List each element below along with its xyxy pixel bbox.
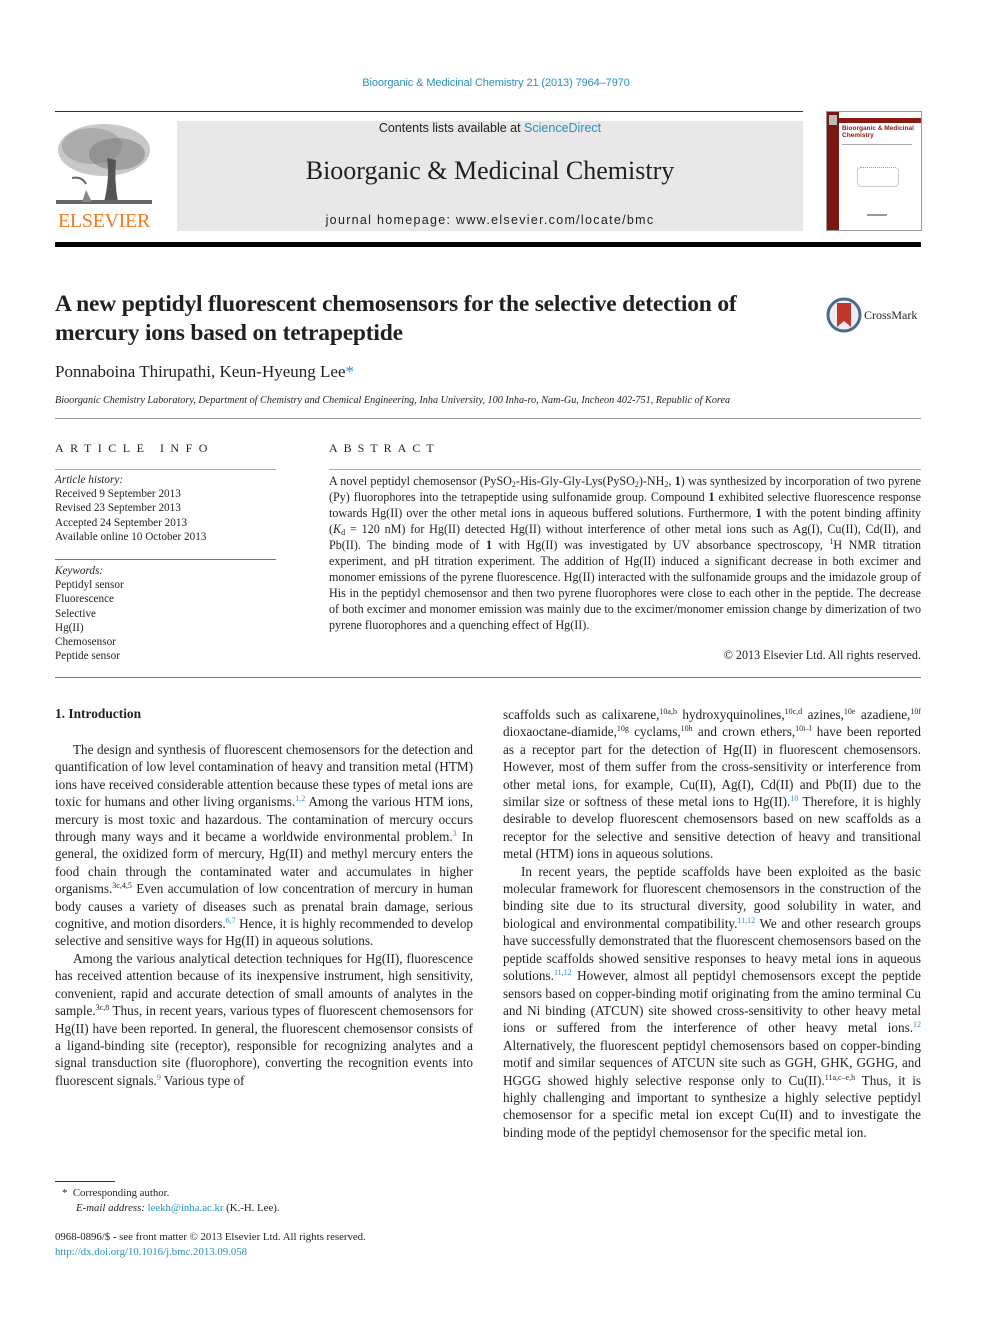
- corresponding-author-mark[interactable]: *: [346, 362, 355, 381]
- journal-reference-link[interactable]: Bioorganic & Medicinal Chemistry 21 (201…: [0, 77, 992, 89]
- keyword: Hg(II): [55, 621, 84, 634]
- contents-line: Contents lists available at ScienceDirec…: [177, 121, 803, 135]
- header-thick-rule: [55, 242, 921, 247]
- divider: [329, 469, 921, 470]
- citation-link[interactable]: 12: [913, 1020, 921, 1029]
- crossmark-icon: [826, 297, 862, 333]
- keyword: Chemosensor: [55, 636, 116, 649]
- citation: 3c,8: [95, 1003, 110, 1013]
- corresponding-author-note: Corresponding author.: [72, 1187, 170, 1199]
- crossmark-label: CrossMark: [864, 308, 918, 322]
- front-matter: 0968-0896/$ - see front matter © 2013 El…: [55, 1230, 366, 1259]
- divider: [55, 469, 276, 470]
- article-info-heading: ARTICLE INFO: [55, 441, 214, 455]
- article-history: Article history: Received 9 September 20…: [55, 473, 285, 544]
- citation: 3c,4,5: [112, 881, 132, 891]
- keyword: Peptidyl sensor: [55, 579, 124, 592]
- journal-homepage-link[interactable]: journal homepage: www.elsevier.com/locat…: [177, 213, 803, 227]
- author-names: Ponnaboina Thirupathi, Keun-Hyeung Lee: [55, 362, 346, 381]
- journal-cover-thumbnail[interactable]: Bioorganic & Medicinal Chemistry: [826, 111, 922, 231]
- contents-prefix: Contents lists available at: [378, 121, 525, 135]
- citation-link[interactable]: 11,12: [554, 968, 572, 977]
- history-accepted: Accepted 24 September 2013: [55, 516, 188, 529]
- citation-link[interactable]: 6,7: [226, 916, 236, 925]
- email-link[interactable]: leekh@inha.ac.kr: [148, 1202, 224, 1214]
- divider: [55, 677, 921, 678]
- history-revised: Revised 23 September 2013: [55, 502, 181, 515]
- paragraph: The design and synthesis of fluorescent …: [55, 742, 474, 949]
- abstract-text: A novel peptidyl chemosensor (PySO2-His-…: [329, 474, 922, 632]
- keyword: Peptide sensor: [55, 650, 120, 663]
- abstract-heading: ABSTRACT: [329, 441, 440, 455]
- abstract-copyright: © 2013 Elsevier Ltd. All rights reserved…: [723, 648, 921, 662]
- history-online: Available online 10 October 2013: [55, 530, 207, 543]
- history-received: Received 9 September 2013: [55, 488, 181, 501]
- keyword: Selective: [55, 607, 97, 620]
- history-label: Article history:: [55, 474, 124, 486]
- elsevier-wordmark: ELSEVIER: [57, 210, 151, 232]
- doi-link[interactable]: http://dx.doi.org/10.1016/j.bmc.2013.09.…: [55, 1246, 247, 1258]
- paragraph: Among the various analytical detection t…: [55, 950, 473, 1088]
- footnote: * Corresponding author. E-mail address: …: [62, 1187, 280, 1214]
- body-column-right: scaffolds such as calixarene,10a,b hydro…: [503, 706, 921, 1141]
- divider: [55, 418, 921, 419]
- citation-link[interactable]: 1,2: [295, 794, 305, 803]
- citation-link[interactable]: 11,12: [737, 916, 755, 925]
- divider: [55, 559, 276, 560]
- section-heading-introduction: 1. Introduction: [55, 706, 142, 721]
- issn-line: 0968-0896/$ - see front matter © 2013 El…: [55, 1231, 366, 1243]
- cover-title: Bioorganic & Medicinal Chemistry: [842, 125, 914, 139]
- sciencedirect-link[interactable]: ScienceDirect: [524, 121, 601, 135]
- keyword: Fluorescence: [55, 593, 115, 606]
- paragraph: In recent years, the peptide scaffolds h…: [503, 863, 921, 1140]
- keywords: Keywords: Peptidyl sensor Fluorescence S…: [55, 564, 285, 663]
- article-title: A new peptidyl fluorescent chemosensors …: [55, 291, 737, 346]
- affiliation: Bioorganic Chemistry Laboratory, Departm…: [55, 395, 731, 406]
- header-rule: [55, 111, 803, 112]
- crossmark-button[interactable]: CrossMark: [826, 297, 926, 333]
- footnote-rule: [55, 1181, 115, 1182]
- keywords-label: Keywords:: [55, 565, 104, 577]
- body-column-left: The design and synthesis of fluorescent …: [55, 741, 473, 1089]
- author-list: Ponnaboina Thirupathi, Keun-Hyeung Lee*: [55, 362, 354, 382]
- paragraph: scaffolds such as calixarene,10a,b hydro…: [503, 707, 922, 862]
- journal-title: Bioorganic & Medicinal Chemistry: [305, 156, 675, 185]
